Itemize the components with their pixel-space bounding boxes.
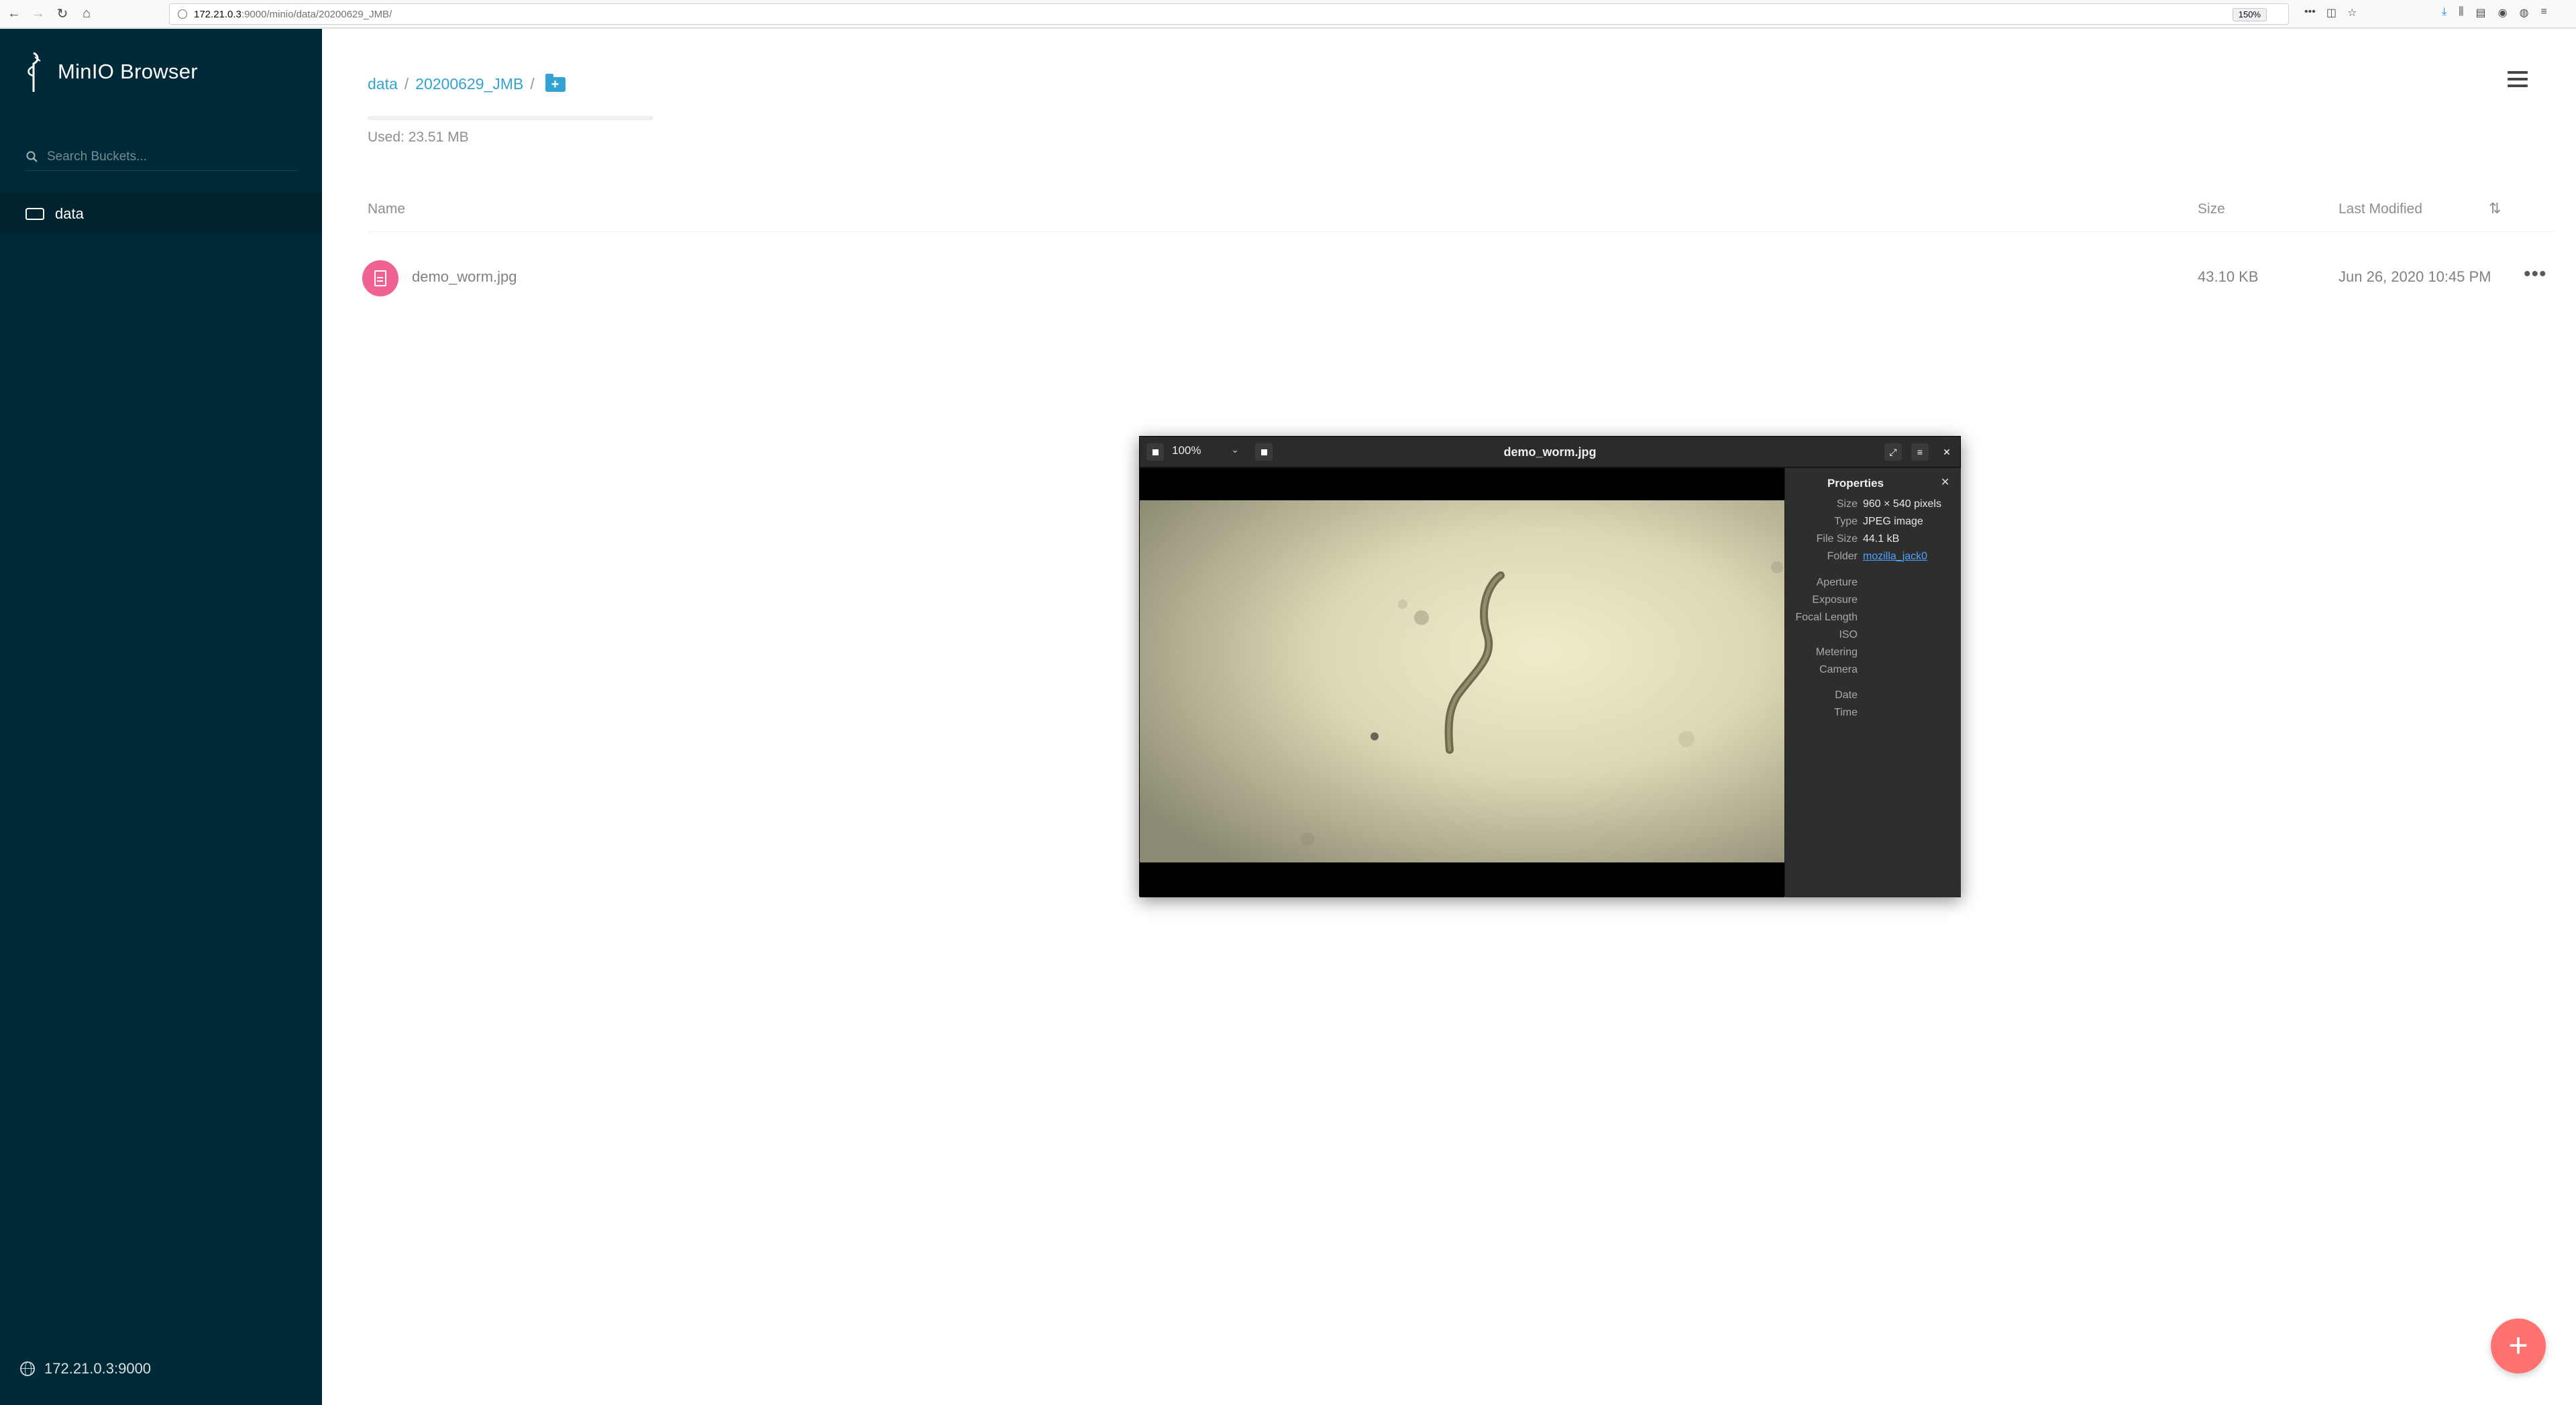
bookmark-star-icon[interactable]: ☆ bbox=[2347, 6, 2357, 19]
library-icon[interactable]: ⫼ bbox=[2459, 6, 2463, 19]
breadcrumb-bucket[interactable]: data bbox=[368, 75, 398, 93]
property-folder: Folder mozilla_jack0 bbox=[1827, 551, 1928, 563]
breadcrumb: data / 20200629_JMB / + bbox=[368, 73, 566, 93]
new-folder-icon[interactable]: + bbox=[545, 73, 566, 92]
table-row[interactable]: demo_worm.jpg 43.10 KB Jun 26, 2020 10:4… bbox=[360, 256, 2555, 300]
microscope-image bbox=[1140, 500, 1784, 862]
used-storage: Used: 23.51 MB bbox=[368, 129, 469, 145]
property-iso: ISO bbox=[1839, 629, 1858, 640]
property-aperture: Aperture bbox=[1816, 577, 1858, 588]
browser-toolbar: ← → ↻ ⌂ 172.21.0.3:9000/minio/data/20200… bbox=[0, 0, 2576, 28]
property-type: Type JPEG image bbox=[1834, 516, 1923, 527]
properties-panel: Properties ✕ Size 960 × 540 pixels Type JP… bbox=[1785, 468, 1961, 897]
forward-icon[interactable]: → bbox=[28, 4, 48, 24]
pocket-icon[interactable]: ◫ bbox=[2326, 6, 2337, 19]
main-menu-icon[interactable] bbox=[2508, 71, 2528, 87]
list-header: Name Size Last Modified ⇅ bbox=[368, 199, 2555, 232]
page-actions-icon[interactable]: ••• bbox=[2304, 6, 2316, 19]
reload-icon[interactable]: ↻ bbox=[52, 4, 72, 24]
property-focal-length: Focal Length bbox=[1795, 612, 1858, 623]
viewer-titlebar: 100% ⌄ demo_worm.jpg ⤢ ≡ ✕ bbox=[1140, 437, 1960, 467]
add-button[interactable]: + bbox=[2491, 1318, 2546, 1373]
breadcrumb-separator: / bbox=[530, 75, 535, 93]
download-icon[interactable]: ⤓ bbox=[2442, 6, 2447, 19]
properties-title: Properties bbox=[1827, 477, 1884, 490]
image-viewer-window: 100% ⌄ demo_worm.jpg ⤢ ≡ ✕ Properties ✕ … bbox=[1139, 436, 1961, 897]
zoom-badge[interactable]: 150% bbox=[2232, 8, 2267, 21]
site-info-icon[interactable] bbox=[178, 9, 187, 19]
more-actions-icon[interactable]: ••• bbox=[2524, 263, 2547, 286]
back-icon[interactable]: ← bbox=[4, 4, 24, 24]
property-time: Time bbox=[1834, 707, 1858, 718]
property-metering: Metering bbox=[1815, 647, 1858, 658]
url-host: 172.21.0.3 bbox=[194, 8, 241, 20]
search-icon bbox=[26, 150, 38, 162]
fullscreen-icon[interactable]: ⤢ bbox=[1884, 443, 1902, 461]
bucket-drive-icon bbox=[25, 208, 44, 220]
sidebar-toggle-icon[interactable]: ▤ bbox=[2475, 6, 2485, 19]
extension-icon[interactable]: ◉ bbox=[2498, 6, 2508, 19]
folder-link[interactable]: mozilla_jack0 bbox=[1863, 551, 1927, 563]
host-address: 172.21.0.3:9000 bbox=[44, 1360, 152, 1377]
properties-close-icon[interactable]: ✕ bbox=[1941, 475, 1949, 489]
bucket-label: data bbox=[55, 205, 84, 222]
viewer-menu-icon[interactable]: ≡ bbox=[1911, 443, 1929, 461]
file-size: 43.10 KB bbox=[2198, 268, 2259, 285]
close-icon[interactable]: ✕ bbox=[1938, 443, 1955, 461]
viewer-title: demo_worm.jpg bbox=[1503, 445, 1597, 459]
logo: MinIO Browser bbox=[24, 50, 198, 93]
file-modified: Jun 26, 2020 10:45 PM bbox=[2339, 268, 2491, 285]
chrome-divider bbox=[0, 28, 2576, 29]
breadcrumb-folder[interactable]: 20200629_JMB bbox=[415, 75, 523, 93]
column-name[interactable]: Name bbox=[368, 201, 405, 217]
image-canvas bbox=[1140, 468, 1784, 897]
property-size: Size 960 × 540 pixels bbox=[1836, 498, 1941, 510]
worm-photo bbox=[1140, 500, 1784, 862]
file-image-icon[interactable] bbox=[362, 260, 398, 296]
file-name[interactable]: demo_worm.jpg bbox=[412, 268, 517, 286]
column-size[interactable]: Size bbox=[2198, 201, 2225, 217]
minio-logo-icon bbox=[28, 52, 41, 92]
breadcrumb-separator: / bbox=[404, 75, 409, 93]
host-info: 172.21.0.3:9000 bbox=[20, 1360, 151, 1378]
app-title: MinIO Browser bbox=[58, 60, 198, 83]
sort-icon[interactable]: ⇅ bbox=[2489, 200, 2501, 217]
bucket-search bbox=[25, 143, 297, 171]
url-path: :9000/minio/data/20200629_JMB/ bbox=[241, 8, 392, 20]
column-last-modified[interactable]: Last Modified bbox=[2339, 201, 2422, 217]
account-icon[interactable]: ◍ bbox=[2520, 6, 2529, 19]
property-exposure: Exposure bbox=[1812, 594, 1858, 606]
hamburger-menu-icon[interactable]: ≡ bbox=[2541, 6, 2547, 19]
property-date: Date bbox=[1835, 689, 1858, 701]
url-bar[interactable]: 172.21.0.3:9000/minio/data/20200629_JMB/… bbox=[169, 3, 2289, 25]
property-camera: Camera bbox=[1819, 664, 1858, 675]
home-icon[interactable]: ⌂ bbox=[76, 4, 97, 24]
property-file-size: File Size 44.1 kB bbox=[1816, 533, 1900, 545]
globe-icon bbox=[20, 1361, 35, 1376]
sidebar-item-data[interactable]: data bbox=[0, 193, 322, 235]
sidebar: MinIO Browser data 172.21.0.3:9000 bbox=[0, 29, 322, 1405]
search-buckets-input[interactable] bbox=[47, 149, 288, 164]
usage-bar bbox=[368, 116, 653, 120]
